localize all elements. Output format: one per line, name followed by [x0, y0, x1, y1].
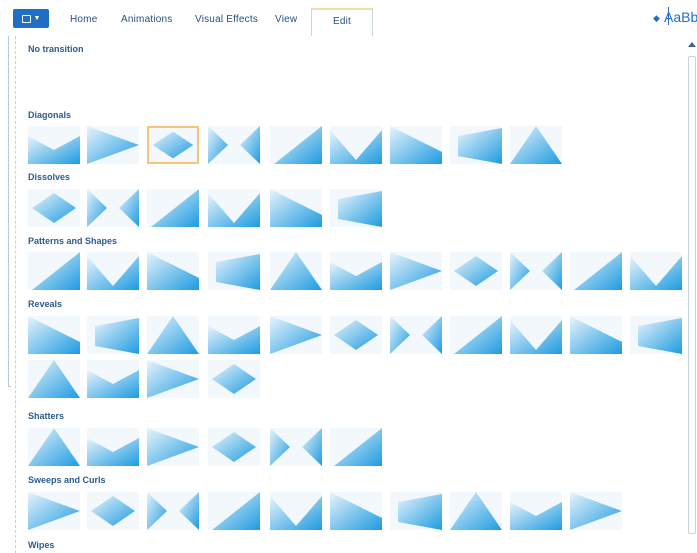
transition-thumb-reveals-13[interactable] [87, 360, 139, 398]
transition-thumb-diagonals-9[interactable] [510, 126, 562, 164]
tab-home[interactable]: Home [70, 14, 97, 25]
transition-thumb-reveals-8[interactable] [450, 316, 502, 354]
transition-thumb-dissolves-2[interactable] [87, 189, 139, 227]
transition-thumb-reveals-7[interactable] [390, 316, 442, 354]
transition-thumb-reveals-1[interactable] [28, 316, 80, 354]
section-patterns-and-shapes: Patterns and Shapes [28, 236, 118, 246]
transition-thumb-reveals-10[interactable] [570, 316, 622, 354]
transition-thumb-patterns-and-shapes-4[interactable] [208, 252, 260, 290]
scroll-thumb[interactable] [688, 56, 696, 534]
transition-thumb-sweeps-and-curls-3[interactable] [147, 492, 199, 530]
transition-thumb-patterns-and-shapes-11[interactable] [630, 252, 682, 290]
no-transition-item[interactable]: No transition [28, 44, 84, 54]
transition-thumb-shatters-2[interactable] [87, 428, 139, 466]
transition-thumb-sweeps-and-curls-6[interactable] [330, 492, 382, 530]
transition-thumb-shatters-4[interactable] [208, 428, 260, 466]
app-menu-button[interactable]: ▼ [13, 9, 49, 28]
transition-thumb-diagonals-6[interactable] [330, 126, 382, 164]
tab-animations[interactable]: Animations [121, 14, 172, 25]
transition-thumb-dissolves-6[interactable] [330, 189, 382, 227]
transition-thumb-patterns-and-shapes-2[interactable] [87, 252, 139, 290]
transition-thumb-sweeps-and-curls-8[interactable] [450, 492, 502, 530]
transition-thumb-sweeps-and-curls-1[interactable] [28, 492, 80, 530]
section-reveals: Reveals [28, 299, 63, 309]
transition-thumb-patterns-and-shapes-6[interactable] [330, 252, 382, 290]
style-icon: ◆ [653, 13, 660, 23]
panel-left-border-tick [8, 386, 11, 387]
section-dissolves: Dissolves [28, 172, 71, 182]
transition-thumb-patterns-and-shapes-7[interactable] [390, 252, 442, 290]
transition-thumb-shatters-6[interactable] [330, 428, 382, 466]
section-diagonals: Diagonals [28, 110, 72, 120]
section-wipes: Wipes [28, 540, 55, 550]
transition-thumb-patterns-and-shapes-5[interactable] [270, 252, 322, 290]
transition-thumb-reveals-5[interactable] [270, 316, 322, 354]
transition-thumb-patterns-and-shapes-8[interactable] [450, 252, 502, 290]
ribbon-tab-bar: ▼ Home Animations Visual Effects View Ed… [0, 0, 697, 36]
transition-thumb-diagonals-2[interactable] [87, 126, 139, 164]
transition-thumb-reveals-12[interactable] [28, 360, 80, 398]
transition-thumb-reveals-2[interactable] [87, 316, 139, 354]
transition-thumb-reveals-3[interactable] [147, 316, 199, 354]
presentation-icon [21, 14, 31, 23]
transition-thumb-shatters-5[interactable] [270, 428, 322, 466]
transition-thumb-diagonals-8[interactable] [450, 126, 502, 164]
transition-thumb-dissolves-1[interactable] [28, 189, 80, 227]
section-sweeps-and-curls: Sweeps and Curls [28, 475, 106, 485]
transition-thumb-patterns-and-shapes-1[interactable] [28, 252, 80, 290]
transition-thumb-reveals-15[interactable] [208, 360, 260, 398]
transition-thumb-dissolves-3[interactable] [147, 189, 199, 227]
panel-left-border [8, 36, 11, 386]
section-shatters: Shatters [28, 411, 65, 421]
tab-view[interactable]: View [275, 14, 297, 25]
transition-thumb-patterns-and-shapes-10[interactable] [570, 252, 622, 290]
gallery-scrollbar[interactable] [685, 36, 697, 546]
transition-thumb-diagonals-4[interactable] [208, 126, 260, 164]
transition-thumb-sweeps-and-curls-10[interactable] [570, 492, 622, 530]
transition-thumb-diagonals-7[interactable] [390, 126, 442, 164]
transition-thumb-reveals-6[interactable] [330, 316, 382, 354]
transition-thumb-sweeps-and-curls-9[interactable] [510, 492, 562, 530]
transition-thumb-diagonals-5[interactable] [270, 126, 322, 164]
transition-thumb-sweeps-and-curls-4[interactable] [208, 492, 260, 530]
transition-thumb-sweeps-and-curls-5[interactable] [270, 492, 322, 530]
tab-edit[interactable]: Edit [311, 8, 373, 36]
transition-thumb-diagonals-1[interactable] [28, 126, 80, 164]
transition-thumb-reveals-11[interactable] [630, 316, 682, 354]
transition-thumb-patterns-and-shapes-3[interactable] [147, 252, 199, 290]
transition-thumb-sweeps-and-curls-2[interactable] [87, 492, 139, 530]
transition-thumb-sweeps-and-curls-7[interactable] [390, 492, 442, 530]
transition-gallery [15, 36, 684, 553]
text-cursor [668, 7, 669, 25]
transition-thumb-diagonals-3[interactable] [147, 126, 199, 164]
scroll-up-icon[interactable] [688, 42, 696, 47]
transition-thumb-dissolves-5[interactable] [270, 189, 322, 227]
transition-thumb-shatters-1[interactable] [28, 428, 80, 466]
tab-visual-effects[interactable]: Visual Effects [195, 14, 258, 25]
chevron-down-icon: ▼ [33, 15, 41, 22]
transition-thumb-shatters-3[interactable] [147, 428, 199, 466]
transition-thumb-reveals-9[interactable] [510, 316, 562, 354]
transition-thumb-patterns-and-shapes-9[interactable] [510, 252, 562, 290]
transition-thumb-reveals-4[interactable] [208, 316, 260, 354]
transition-thumb-dissolves-4[interactable] [208, 189, 260, 227]
transition-thumb-reveals-14[interactable] [147, 360, 199, 398]
